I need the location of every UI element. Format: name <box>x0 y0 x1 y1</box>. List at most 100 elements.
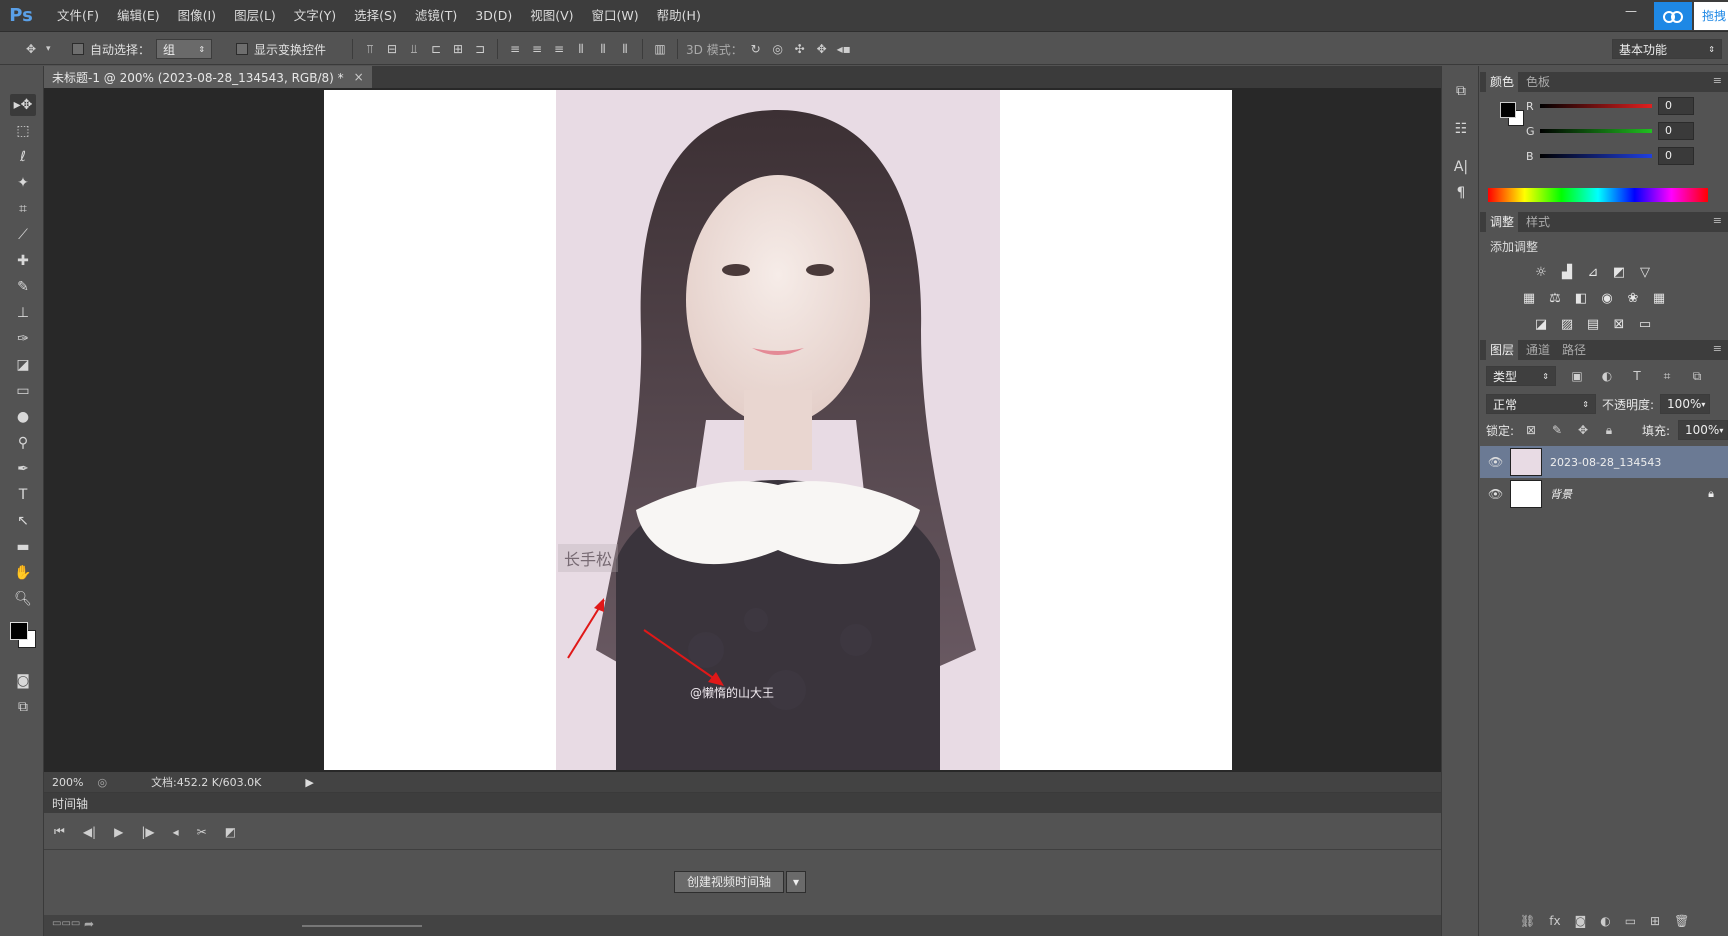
menu-type[interactable]: 文字(Y) <box>285 0 345 32</box>
layer-filter-dropdown[interactable]: 类型 ⇕ <box>1486 366 1556 386</box>
distribute-right-icon[interactable]: ⦀ <box>616 40 634 58</box>
slider-b[interactable]: B 0 <box>1526 146 1694 166</box>
menu-filter[interactable]: 滤镜(T) <box>406 0 466 32</box>
opacity-field[interactable]: 100% ▾ <box>1660 394 1711 414</box>
filter-smart-icon[interactable]: ⧉ <box>1688 367 1706 385</box>
vibrance-icon[interactable]: ▽ <box>1636 264 1654 280</box>
hand-tool-icon[interactable]: ✋ <box>10 562 36 584</box>
first-frame-icon[interactable]: ⏮ <box>54 824 65 839</box>
show-transform-checkbox[interactable] <box>236 43 248 55</box>
workspace-dropdown[interactable]: 基本功能 ⇕ <box>1612 39 1722 59</box>
menu-3d[interactable]: 3D(D) <box>466 0 521 32</box>
tab-channels[interactable]: 通道 <box>1522 340 1554 360</box>
link-icon[interactable]: ⛓ <box>1520 914 1535 928</box>
distribute-bottom-icon[interactable]: ≡ <box>550 40 568 58</box>
distribute-hcenter-icon[interactable]: ⦀ <box>594 40 612 58</box>
layer-row[interactable]: 👁︎ 背景 🔒︎ <box>1480 478 1728 510</box>
blur-tool-icon[interactable]: ● <box>10 406 36 428</box>
layer-name[interactable]: 背景 <box>1550 486 1572 502</box>
play-icon[interactable]: ▶ <box>114 825 123 839</box>
r-value[interactable]: 0 <box>1658 97 1694 115</box>
screen-mode-icon[interactable]: ⧉ <box>10 696 36 718</box>
filter-type-icon[interactable]: T <box>1628 367 1646 385</box>
distribute-top-icon[interactable]: ≡ <box>506 40 524 58</box>
tab-adjustments[interactable]: 调整 <box>1486 212 1519 232</box>
invert-icon[interactable]: ◪ <box>1532 316 1550 332</box>
eye-icon[interactable]: 👁︎ <box>1488 487 1503 501</box>
3d-slide-icon[interactable]: ✥ <box>813 40 831 58</box>
gradient-tool-icon[interactable]: ▭ <box>10 380 36 402</box>
lock-pixels-icon[interactable]: ⊠ <box>1522 421 1540 439</box>
paragraph-icon[interactable]: ¶ <box>1450 182 1472 204</box>
auto-align-icon[interactable]: ▥ <box>651 40 669 58</box>
zoom-tool-icon[interactable]: 🔍︎ <box>10 588 36 610</box>
chevron-down-icon[interactable]: ▾ <box>786 871 807 893</box>
menu-view[interactable]: 视图(V) <box>521 0 582 32</box>
new-layer-icon[interactable]: ⊞ <box>1650 914 1660 928</box>
3d-rotate-icon[interactable]: ↻ <box>747 40 765 58</box>
eye-icon[interactable]: 👁︎ <box>1488 455 1503 469</box>
slider-g[interactable]: G 0 <box>1526 121 1694 141</box>
g-value[interactable]: 0 <box>1658 122 1694 140</box>
history-brush-icon[interactable]: ✑ <box>10 328 36 350</box>
align-bottom-icon[interactable]: ⫫ <box>405 40 423 58</box>
status-info-icon[interactable]: ◎ <box>97 776 107 789</box>
tab-styles[interactable]: 样式 <box>1522 212 1554 232</box>
tab-swatches[interactable]: 色板 <box>1522 72 1554 92</box>
scissors-icon[interactable]: ✂ <box>197 825 207 839</box>
transition-icon[interactable]: ◩ <box>225 825 236 839</box>
align-top-icon[interactable]: ⫪ <box>361 40 379 58</box>
marquee-tool-icon[interactable]: ⬚ <box>10 120 36 142</box>
color-ramp[interactable] <box>1488 188 1708 202</box>
gradient-map-icon[interactable]: ▭ <box>1636 316 1654 332</box>
foreground-color[interactable] <box>10 622 28 640</box>
color-balance-icon[interactable]: ⚖ <box>1546 290 1564 306</box>
move-tool-preset[interactable]: ✥ ▾ <box>22 39 51 59</box>
status-arrow-icon[interactable]: ▶ <box>305 776 313 789</box>
audio-icon[interactable]: ◂ <box>173 825 179 839</box>
menu-window[interactable]: 窗口(W) <box>583 0 648 32</box>
color-swatches[interactable] <box>8 620 38 650</box>
quick-mask-icon[interactable]: ◙ <box>10 670 36 692</box>
selective-color-icon[interactable]: ⊠ <box>1610 316 1628 332</box>
lock-all-icon[interactable]: 🔒︎ <box>1600 421 1618 439</box>
history-icon[interactable]: ⧉ <box>1450 80 1472 102</box>
panel-menu-icon[interactable]: ≡ <box>1713 214 1722 227</box>
minimize-button[interactable]: — <box>1616 0 1646 24</box>
bw-icon[interactable]: ◧ <box>1572 290 1590 306</box>
align-right-icon[interactable]: ⊐ <box>471 40 489 58</box>
channel-mixer-icon[interactable]: ❀ <box>1624 290 1642 306</box>
distribute-vcenter-icon[interactable]: ≡ <box>528 40 546 58</box>
group-icon[interactable]: ▭ <box>1625 914 1636 928</box>
menu-layer[interactable]: 图层(L) <box>225 0 285 32</box>
zoom-level[interactable]: 200% <box>52 776 83 789</box>
align-vcenter-icon[interactable]: ⊟ <box>383 40 401 58</box>
move-tool-icon[interactable]: ▸✥ <box>10 94 36 116</box>
rectangle-tool-icon[interactable]: ▬ <box>10 536 36 558</box>
3d-scale-icon[interactable]: ◂▪ <box>835 40 853 58</box>
cloud-icon[interactable] <box>1654 2 1692 30</box>
create-video-timeline-button[interactable]: 创建视频时间轴 <box>674 871 785 893</box>
panel-menu-icon[interactable]: ≡ <box>1713 74 1722 87</box>
lasso-tool-icon[interactable]: ℓ <box>10 146 36 168</box>
lock-move-icon[interactable]: ✥ <box>1574 421 1592 439</box>
slider-r[interactable]: R 0 <box>1526 96 1694 116</box>
menu-image[interactable]: 图像(I) <box>169 0 225 32</box>
blend-mode-dropdown[interactable]: 正常 ⇕ <box>1486 394 1596 414</box>
path-select-icon[interactable]: ↖ <box>10 510 36 532</box>
next-frame-icon[interactable]: |▶ <box>141 825 154 839</box>
exposure-icon[interactable]: ◩ <box>1610 264 1628 280</box>
hue-sat-icon[interactable]: ▦ <box>1520 290 1538 306</box>
panel-menu-icon[interactable]: ≡ <box>1713 342 1722 355</box>
dodge-tool-icon[interactable]: ⚲ <box>10 432 36 454</box>
tab-paths[interactable]: 路径 <box>1558 340 1590 360</box>
layer-name[interactable]: 2023-08-28_134543 <box>1550 456 1661 469</box>
fill-field[interactable]: 100% ▾ <box>1678 420 1728 440</box>
character-icon[interactable]: A| <box>1450 156 1472 178</box>
fx-icon[interactable]: fx <box>1549 914 1560 928</box>
curves-icon[interactable]: ⊿ <box>1584 264 1602 280</box>
layer-photo[interactable]: 长手松 @懒惰的山大王 <box>556 90 1000 770</box>
zoom-slider[interactable] <box>302 925 422 927</box>
adjustment-layer-icon[interactable]: ◐ <box>1600 914 1610 928</box>
convert-icon[interactable]: ➦ <box>84 917 94 931</box>
